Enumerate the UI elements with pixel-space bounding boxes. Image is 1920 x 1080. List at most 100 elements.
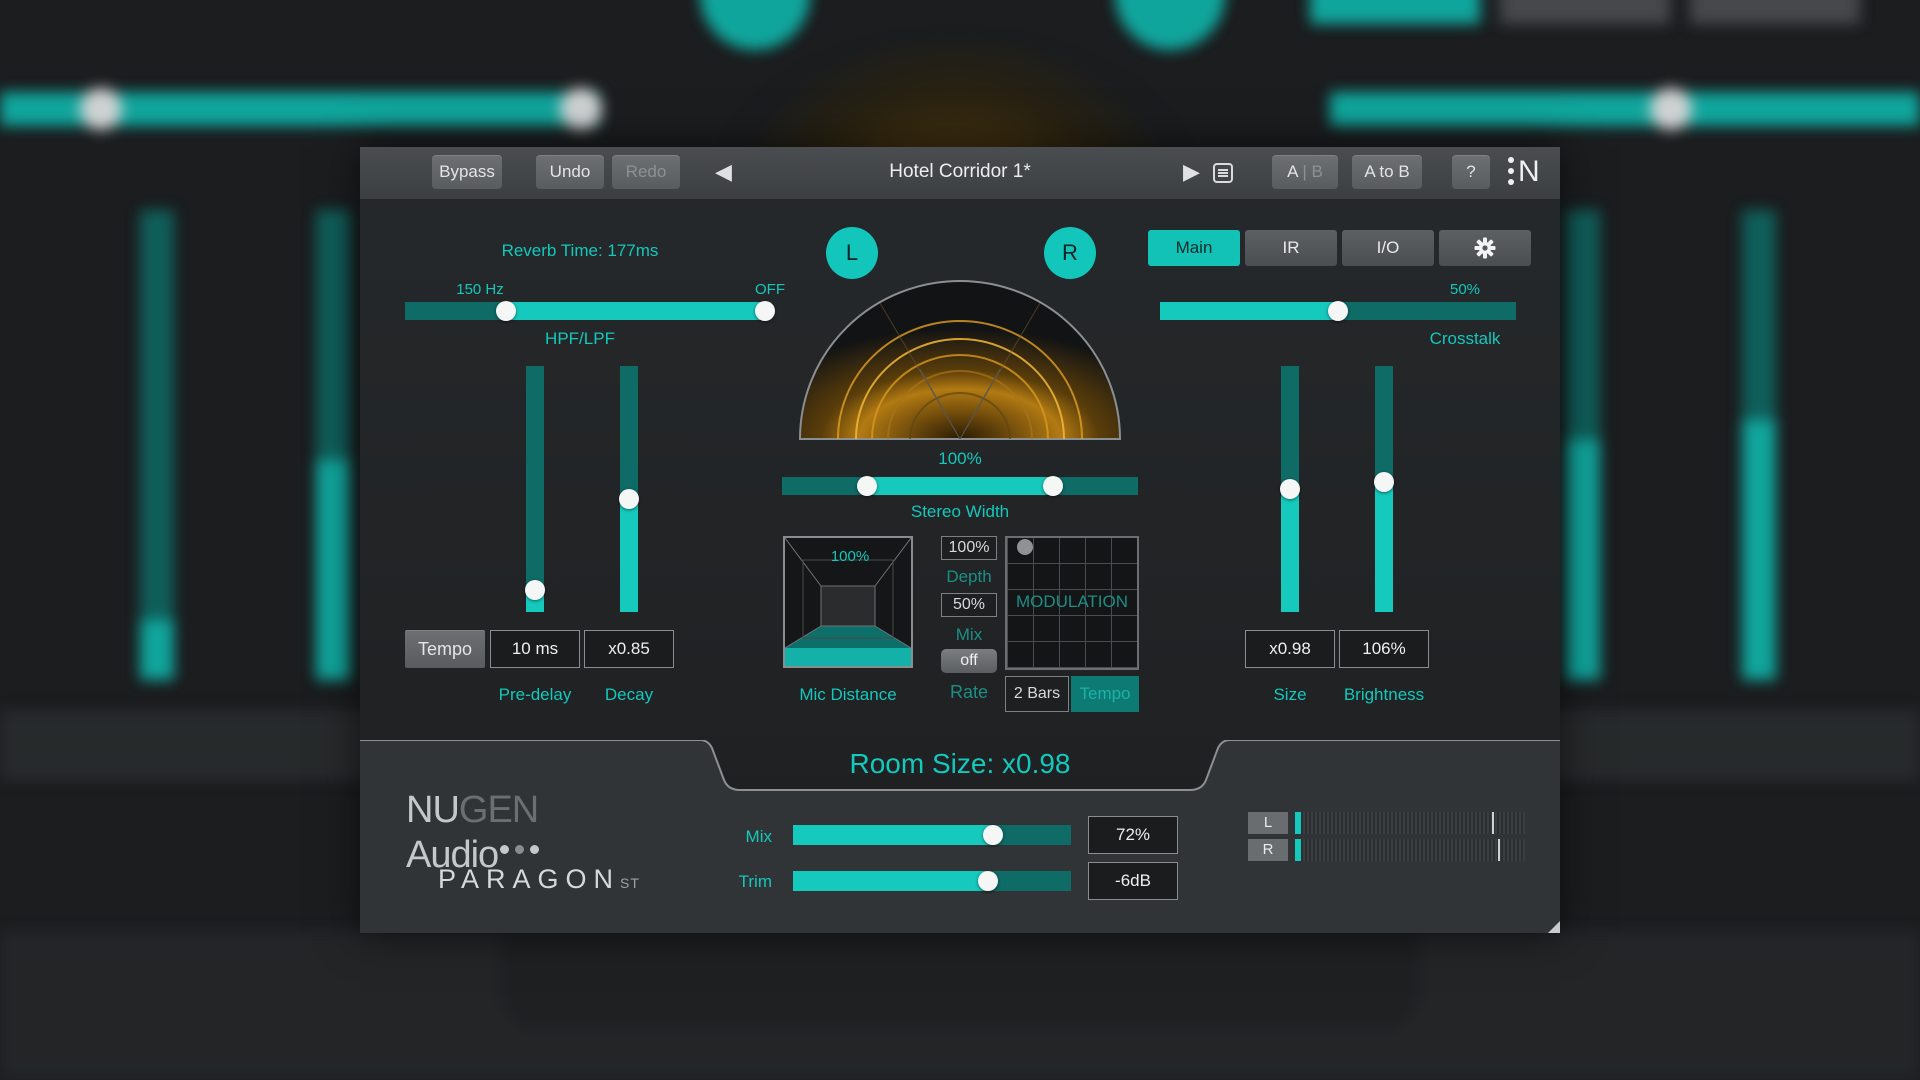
predelay-slider[interactable] — [525, 366, 545, 612]
hpf-knob[interactable] — [495, 301, 516, 321]
depth-value-box[interactable]: 100% — [941, 536, 997, 560]
modulation-xy-pad[interactable]: MODULATION — [1005, 536, 1139, 670]
decay-knob[interactable] — [619, 488, 639, 509]
size-value-box[interactable]: x0.98 — [1245, 630, 1335, 668]
bypass-button[interactable]: Bypass — [432, 155, 502, 189]
brightness-value-box[interactable]: 106% — [1339, 630, 1429, 668]
bg-crosstalk-slider — [1330, 92, 1920, 126]
decay-slider[interactable] — [619, 366, 639, 612]
meter-l-tag: L — [1248, 812, 1288, 834]
bg-roomsize-area — [500, 920, 1420, 1030]
bg-knob-left — [700, 0, 810, 50]
hpf-lpf-slider[interactable] — [405, 301, 775, 321]
reverb-visualiser — [798, 280, 1122, 440]
ab-a-label: A — [1287, 162, 1298, 181]
modulation-xy-knob[interactable] — [1017, 539, 1033, 555]
crosstalk-knob[interactable] — [1328, 301, 1348, 321]
stereo-width-label: Stereo Width — [910, 502, 1010, 521]
preset-name[interactable]: Hotel Corridor 1* — [780, 155, 1140, 189]
product-suffix: ST — [620, 875, 640, 891]
bg-tab-main — [1310, 0, 1480, 24]
meter-r — [1295, 839, 1525, 861]
mod-mix-value-box[interactable]: 50% — [941, 593, 997, 617]
brand-gen: GEN — [458, 789, 539, 831]
tab-ir[interactable]: IR — [1245, 230, 1337, 266]
ab-toggle-button[interactable]: A | B — [1272, 155, 1338, 189]
settings-button[interactable] — [1439, 230, 1531, 266]
right-channel-button[interactable]: R — [1044, 227, 1096, 279]
trim-value-box[interactable]: -6dB — [1088, 862, 1178, 900]
mod-tempo-button[interactable]: Tempo — [1071, 676, 1139, 712]
mic-distance-value: 100% — [830, 548, 870, 565]
nugen-logo[interactable]: N — [1506, 153, 1546, 191]
reverb-time-label: Reverb Time: 177ms — [501, 241, 659, 260]
tempo-button[interactable]: Tempo — [405, 630, 485, 668]
meter-r-peak-tick — [1498, 839, 1500, 861]
bg-tab-io — [1690, 0, 1860, 24]
brand-dots-icon — [500, 845, 550, 855]
bg-hpf-knob-b — [560, 88, 602, 130]
modulation-label: MODULATION — [1015, 592, 1129, 611]
trim-slider[interactable] — [793, 871, 1071, 891]
predelay-knob[interactable] — [525, 579, 545, 600]
mix-knob[interactable] — [983, 825, 1004, 845]
redo-button[interactable]: Redo — [612, 155, 680, 189]
bottom-panel: Room Size: x0.98 NUGEN Audio PARAGONST M… — [360, 740, 1560, 933]
crosstalk-slider[interactable] — [1160, 301, 1516, 321]
nugen-audio-logo: NUGEN Audio — [406, 788, 636, 876]
mix-slider[interactable] — [793, 825, 1071, 845]
tab-io[interactable]: I/O — [1342, 230, 1434, 266]
mix-label: Mix — [745, 827, 772, 846]
gear-icon — [1474, 237, 1496, 259]
crosstalk-value: 50% — [1449, 281, 1481, 298]
triangle-right-icon[interactable]: ▶ — [1183, 155, 1200, 189]
hpf-lpf-range-fill — [505, 302, 765, 320]
left-channel-button[interactable]: L — [826, 227, 878, 279]
crosstalk-label: Crosstalk — [1429, 329, 1501, 348]
trim-knob[interactable] — [977, 871, 998, 891]
predelay-value-box[interactable]: 10 ms — [490, 630, 580, 668]
brightness-slider[interactable] — [1374, 366, 1394, 612]
decay-value-box[interactable]: x0.85 — [584, 630, 674, 668]
help-button[interactable]: ? — [1452, 155, 1490, 189]
lpf-knob[interactable] — [755, 301, 775, 321]
size-slider[interactable] — [1280, 366, 1300, 612]
meter-l — [1295, 812, 1525, 834]
lpf-value: OFF — [755, 281, 785, 298]
trim-label: Trim — [738, 872, 772, 891]
mix-fill — [793, 825, 994, 845]
stereo-width-fill — [867, 477, 1053, 495]
bg-hpf-knob-a — [80, 88, 122, 130]
brand-nu: NU — [406, 789, 460, 831]
paragon-plugin-window: Bypass Undo Redo ◀ Hotel Corridor 1* ▶ A… — [360, 147, 1560, 933]
hpf-lpf-label: HPF/LPF — [545, 329, 615, 348]
stereo-width-slider[interactable] — [782, 476, 1138, 496]
mic-distance-control[interactable]: 100% — [783, 536, 913, 668]
meter-l-level — [1295, 812, 1301, 834]
bg-vslider-4-fill — [1742, 420, 1776, 680]
list-icon[interactable] — [1212, 162, 1234, 184]
size-knob[interactable] — [1280, 479, 1300, 499]
tab-main[interactable]: Main — [1148, 230, 1240, 266]
mix-value-box[interactable]: 72% — [1088, 816, 1178, 854]
room-size-readout: Room Size: x0.98 — [849, 748, 1071, 779]
triangle-left-icon[interactable]: ◀ — [715, 155, 732, 189]
rate-bars-box[interactable]: 2 Bars — [1005, 676, 1069, 712]
stereo-width-right-knob[interactable] — [1042, 476, 1063, 496]
hpf-value: 150 Hz — [456, 281, 504, 298]
undo-button[interactable]: Undo — [536, 155, 604, 189]
a-to-b-button[interactable]: A to B — [1352, 155, 1422, 189]
bg-vslider-2-fill — [316, 460, 350, 680]
product-name: PARAGONST — [438, 862, 678, 896]
stereo-width-value: 100% — [938, 449, 982, 468]
brightness-knob[interactable] — [1374, 471, 1394, 492]
meter-l-peak-tick — [1492, 812, 1494, 834]
predelay-label: Pre-delay — [498, 685, 572, 704]
product-label: PARAGON — [438, 864, 621, 894]
ab-sep: | — [1302, 162, 1307, 181]
rate-off-button[interactable]: off — [941, 649, 997, 673]
resize-handle[interactable] — [1548, 921, 1560, 933]
meter-r-tag: R — [1248, 839, 1288, 861]
bg-crosstalk-knob — [1650, 88, 1692, 130]
ab-b-label: B — [1311, 162, 1323, 181]
